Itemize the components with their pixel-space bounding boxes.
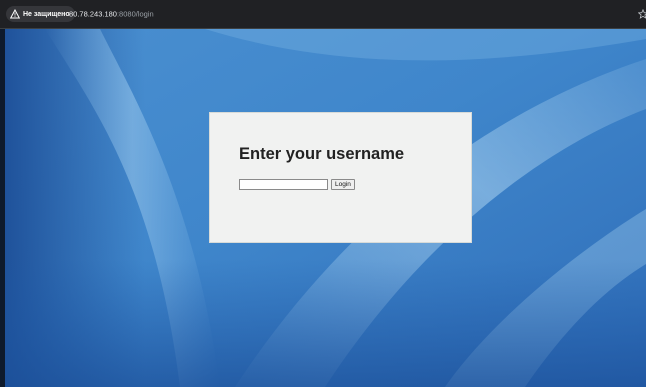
bookmark-star-icon[interactable] xyxy=(638,9,646,19)
warning-triangle-icon xyxy=(10,9,20,19)
login-button[interactable]: Login xyxy=(331,179,355,190)
username-input[interactable] xyxy=(239,179,328,190)
url-field[interactable]: 80.78.243.180:8080/login xyxy=(69,10,154,18)
login-card: Enter your username Login xyxy=(209,112,472,243)
url-path: /login xyxy=(135,9,154,19)
security-indicator[interactable]: Не защищено xyxy=(6,6,75,22)
security-label: Не защищено xyxy=(23,10,70,18)
url-port: :8080 xyxy=(116,9,136,19)
address-bar: Не защищено 80.78.243.180:8080/login xyxy=(0,0,646,29)
url-host: 80.78.243.180 xyxy=(69,9,117,19)
page-title: Enter your username xyxy=(239,145,405,163)
browser-window: Не защищено 80.78.243.180:8080/login Ent… xyxy=(0,0,646,387)
